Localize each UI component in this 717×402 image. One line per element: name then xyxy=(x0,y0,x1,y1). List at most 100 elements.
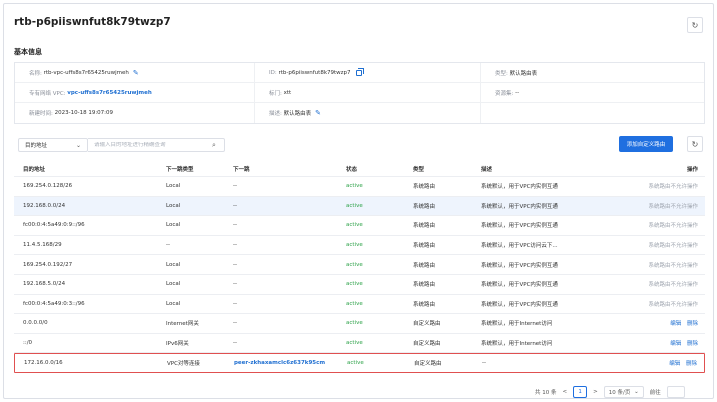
row-type: 自定义路由 xyxy=(413,321,441,328)
current-page[interactable]: 1 xyxy=(573,386,588,398)
table-row[interactable]: 192.168.0.0/24 Local -- active 系统路由 系统默认… xyxy=(14,196,705,217)
table-row[interactable]: 192.168.5.0/24 Local -- active 系统路由 系统默认… xyxy=(14,275,705,295)
row-dest: 192.168.5.0/24 xyxy=(23,281,66,288)
row-desc: 系统默认，用于Internet访问 xyxy=(481,321,553,328)
row-desc: 系统默认，用于VPC内实例互通 xyxy=(481,262,558,269)
route-table-detail-panel: rtb-p6piiswnfut8k79twzp7 ↻ 基本信息 名称: rtb-… xyxy=(3,3,714,399)
row-dest: 0.0.0.0/0 xyxy=(23,320,48,327)
row-ops: 编辑 删除 xyxy=(625,319,705,327)
row-type: 系统路由 xyxy=(413,184,436,191)
chevron-down-icon: ⌄ xyxy=(634,389,639,395)
copy-icon[interactable] xyxy=(355,67,364,76)
filter-field-select[interactable]: 目的地址 ⌄ xyxy=(18,138,88,152)
row-desc: -- xyxy=(482,360,486,367)
info-tag: 标门: xtt xyxy=(255,83,481,103)
row-status: active xyxy=(346,320,363,327)
row-op-disabled: 系统路由不允许操作 xyxy=(648,223,698,230)
edit-name-icon[interactable]: ✎ xyxy=(133,69,139,77)
row-status: active xyxy=(346,300,363,307)
prev-page-button[interactable]: < xyxy=(563,386,568,398)
id-label: ID: xyxy=(269,69,277,76)
row-desc: 系统默认，用于VPC访问云下... xyxy=(481,243,558,250)
row-status: active xyxy=(346,222,363,229)
next-page-button[interactable]: > xyxy=(593,386,598,398)
route-table: 目的地址 下一跳类型 下一跳 状态 类型 描述 操作 169.254.0.128… xyxy=(14,162,705,373)
row-dest: 169.254.0.192/27 xyxy=(23,261,73,268)
delete-link[interactable]: 删除 xyxy=(687,341,698,347)
row-hop: -- xyxy=(233,320,237,327)
row-hop-type: VPC对等连接 xyxy=(167,361,200,368)
table-row[interactable]: 169.254.0.192/27 Local -- active 系统路由 系统… xyxy=(14,255,705,275)
edit-link[interactable]: 编辑 xyxy=(670,321,681,327)
table-row[interactable]: fc00:0:4:5a49:0:9::/96 Local -- active 系… xyxy=(14,216,705,236)
row-hop: -- xyxy=(233,300,237,307)
edit-desc-icon[interactable]: ✎ xyxy=(315,109,321,117)
row-desc: 系统默认，用于VPC内实例互通 xyxy=(481,203,558,210)
row-type: 自定义路由 xyxy=(414,361,442,368)
created-value: 2023-10-18 19:07:09 xyxy=(54,110,114,116)
info-created: 新建时间: 2023-10-18 19:07:09 xyxy=(15,103,255,123)
delete-link[interactable]: 删除 xyxy=(687,321,698,327)
row-dest: 192.168.0.0/24 xyxy=(23,202,66,209)
table-row[interactable]: 169.254.0.128/26 Local -- active 系统路由 系统… xyxy=(14,177,705,197)
info-desc: 描述: 默认路由表 ✎ xyxy=(255,103,481,123)
table-refresh-button[interactable]: ↻ xyxy=(687,136,703,152)
col-op: 操作 xyxy=(686,167,698,173)
row-dest: 172.16.0.0/16 xyxy=(24,360,63,367)
search-input[interactable] xyxy=(94,142,212,148)
table-row[interactable]: 0.0.0.0/0 Internet网关 -- active 自定义路由 系统默… xyxy=(14,314,705,334)
table-row[interactable]: ::/0 IPv6网关 -- active 自定义路由 系统默认，用于Inter… xyxy=(14,334,705,354)
search-icon[interactable]: ⌕ xyxy=(212,141,216,150)
resource-set-value: -- xyxy=(515,89,520,96)
edit-link[interactable]: 编辑 xyxy=(669,361,680,367)
row-hop: -- xyxy=(233,281,237,288)
row-hop-type: Local xyxy=(166,300,181,307)
row-type: 系统路由 xyxy=(413,203,436,210)
id-value: rtb-p6piiswnfut8k79twzp7 xyxy=(278,69,351,76)
row-desc: 系统默认，用于Internet访问 xyxy=(481,341,553,348)
vpc-link[interactable]: vpc-uffs8s7r65425ruwjmeh xyxy=(67,90,151,96)
info-name: 名称: rtb-vpc-uffs8s7r65425ruwjmeh ✎ xyxy=(15,63,255,83)
table-row[interactable]: 11.4.5.168/29 -- -- active 系统路由 系统默认，用于V… xyxy=(14,236,705,256)
row-hop-type: Internet网关 xyxy=(166,321,199,328)
col-status: 状态 xyxy=(346,167,358,173)
edit-link[interactable]: 编辑 xyxy=(670,341,681,347)
refresh-icon: ↻ xyxy=(691,20,699,30)
col-dest: 目的地址 xyxy=(23,167,46,173)
table-row[interactable]: fc00:0:4:5a49:0:3::/96 Local -- active 系… xyxy=(14,295,705,315)
peer-connection-link[interactable]: peer-zkhaxamclc6z637k95cm xyxy=(234,360,347,366)
row-status: active xyxy=(346,340,363,347)
goto-page-input[interactable] xyxy=(666,386,685,398)
page-title: rtb-p6piiswnfut8k79twzp7 xyxy=(14,16,171,28)
row-op-disabled: 系统路由不允许操作 xyxy=(648,243,698,250)
type-value: 默认路由表 xyxy=(509,70,538,77)
resource-set-label: 资源集: xyxy=(495,90,514,97)
row-desc: 系统默认，用于VPC内实例互通 xyxy=(481,282,558,289)
desc-label: 描述: xyxy=(269,111,282,117)
row-status: active xyxy=(346,261,363,268)
row-dest: fc00:0:4:5a49:0:3::/96 xyxy=(23,300,85,307)
col-hop: 下一跳 xyxy=(233,167,250,173)
page-size-select[interactable]: 10 条/页 ⌄ xyxy=(603,386,644,398)
row-status: active xyxy=(346,281,363,288)
row-op-disabled: 系统路由不允许操作 xyxy=(648,282,698,289)
chevron-down-icon: ⌄ xyxy=(75,141,81,149)
add-custom-route-button[interactable]: 添加自定义路由 xyxy=(619,136,673,152)
basic-info-grid: 名称: rtb-vpc-uffs8s7r65425ruwjmeh ✎ ID: r… xyxy=(14,62,705,124)
delete-link[interactable]: 删除 xyxy=(686,361,697,367)
row-type: 系统路由 xyxy=(413,223,436,230)
row-hop-type: Local xyxy=(166,222,181,229)
row-op-disabled: 系统路由不允许操作 xyxy=(648,262,698,269)
row-type: 系统路由 xyxy=(413,243,436,250)
row-hop: -- xyxy=(233,183,237,190)
row-status: active xyxy=(346,202,363,209)
row-ops: 编辑 删除 xyxy=(625,339,705,347)
row-type: 自定义路由 xyxy=(413,341,441,348)
table-row-selected[interactable]: 172.16.0.0/16 VPC对等连接 peer-zkhaxamclc6z6… xyxy=(14,353,705,373)
created-label: 新建时间: xyxy=(29,111,53,117)
row-status: active xyxy=(346,242,363,249)
refresh-button[interactable]: ↻ xyxy=(687,17,703,33)
search-box: ⌕ xyxy=(88,138,225,152)
goto-label: 前往 xyxy=(649,390,661,396)
col-hop-type: 下一跳类型 xyxy=(166,167,194,173)
